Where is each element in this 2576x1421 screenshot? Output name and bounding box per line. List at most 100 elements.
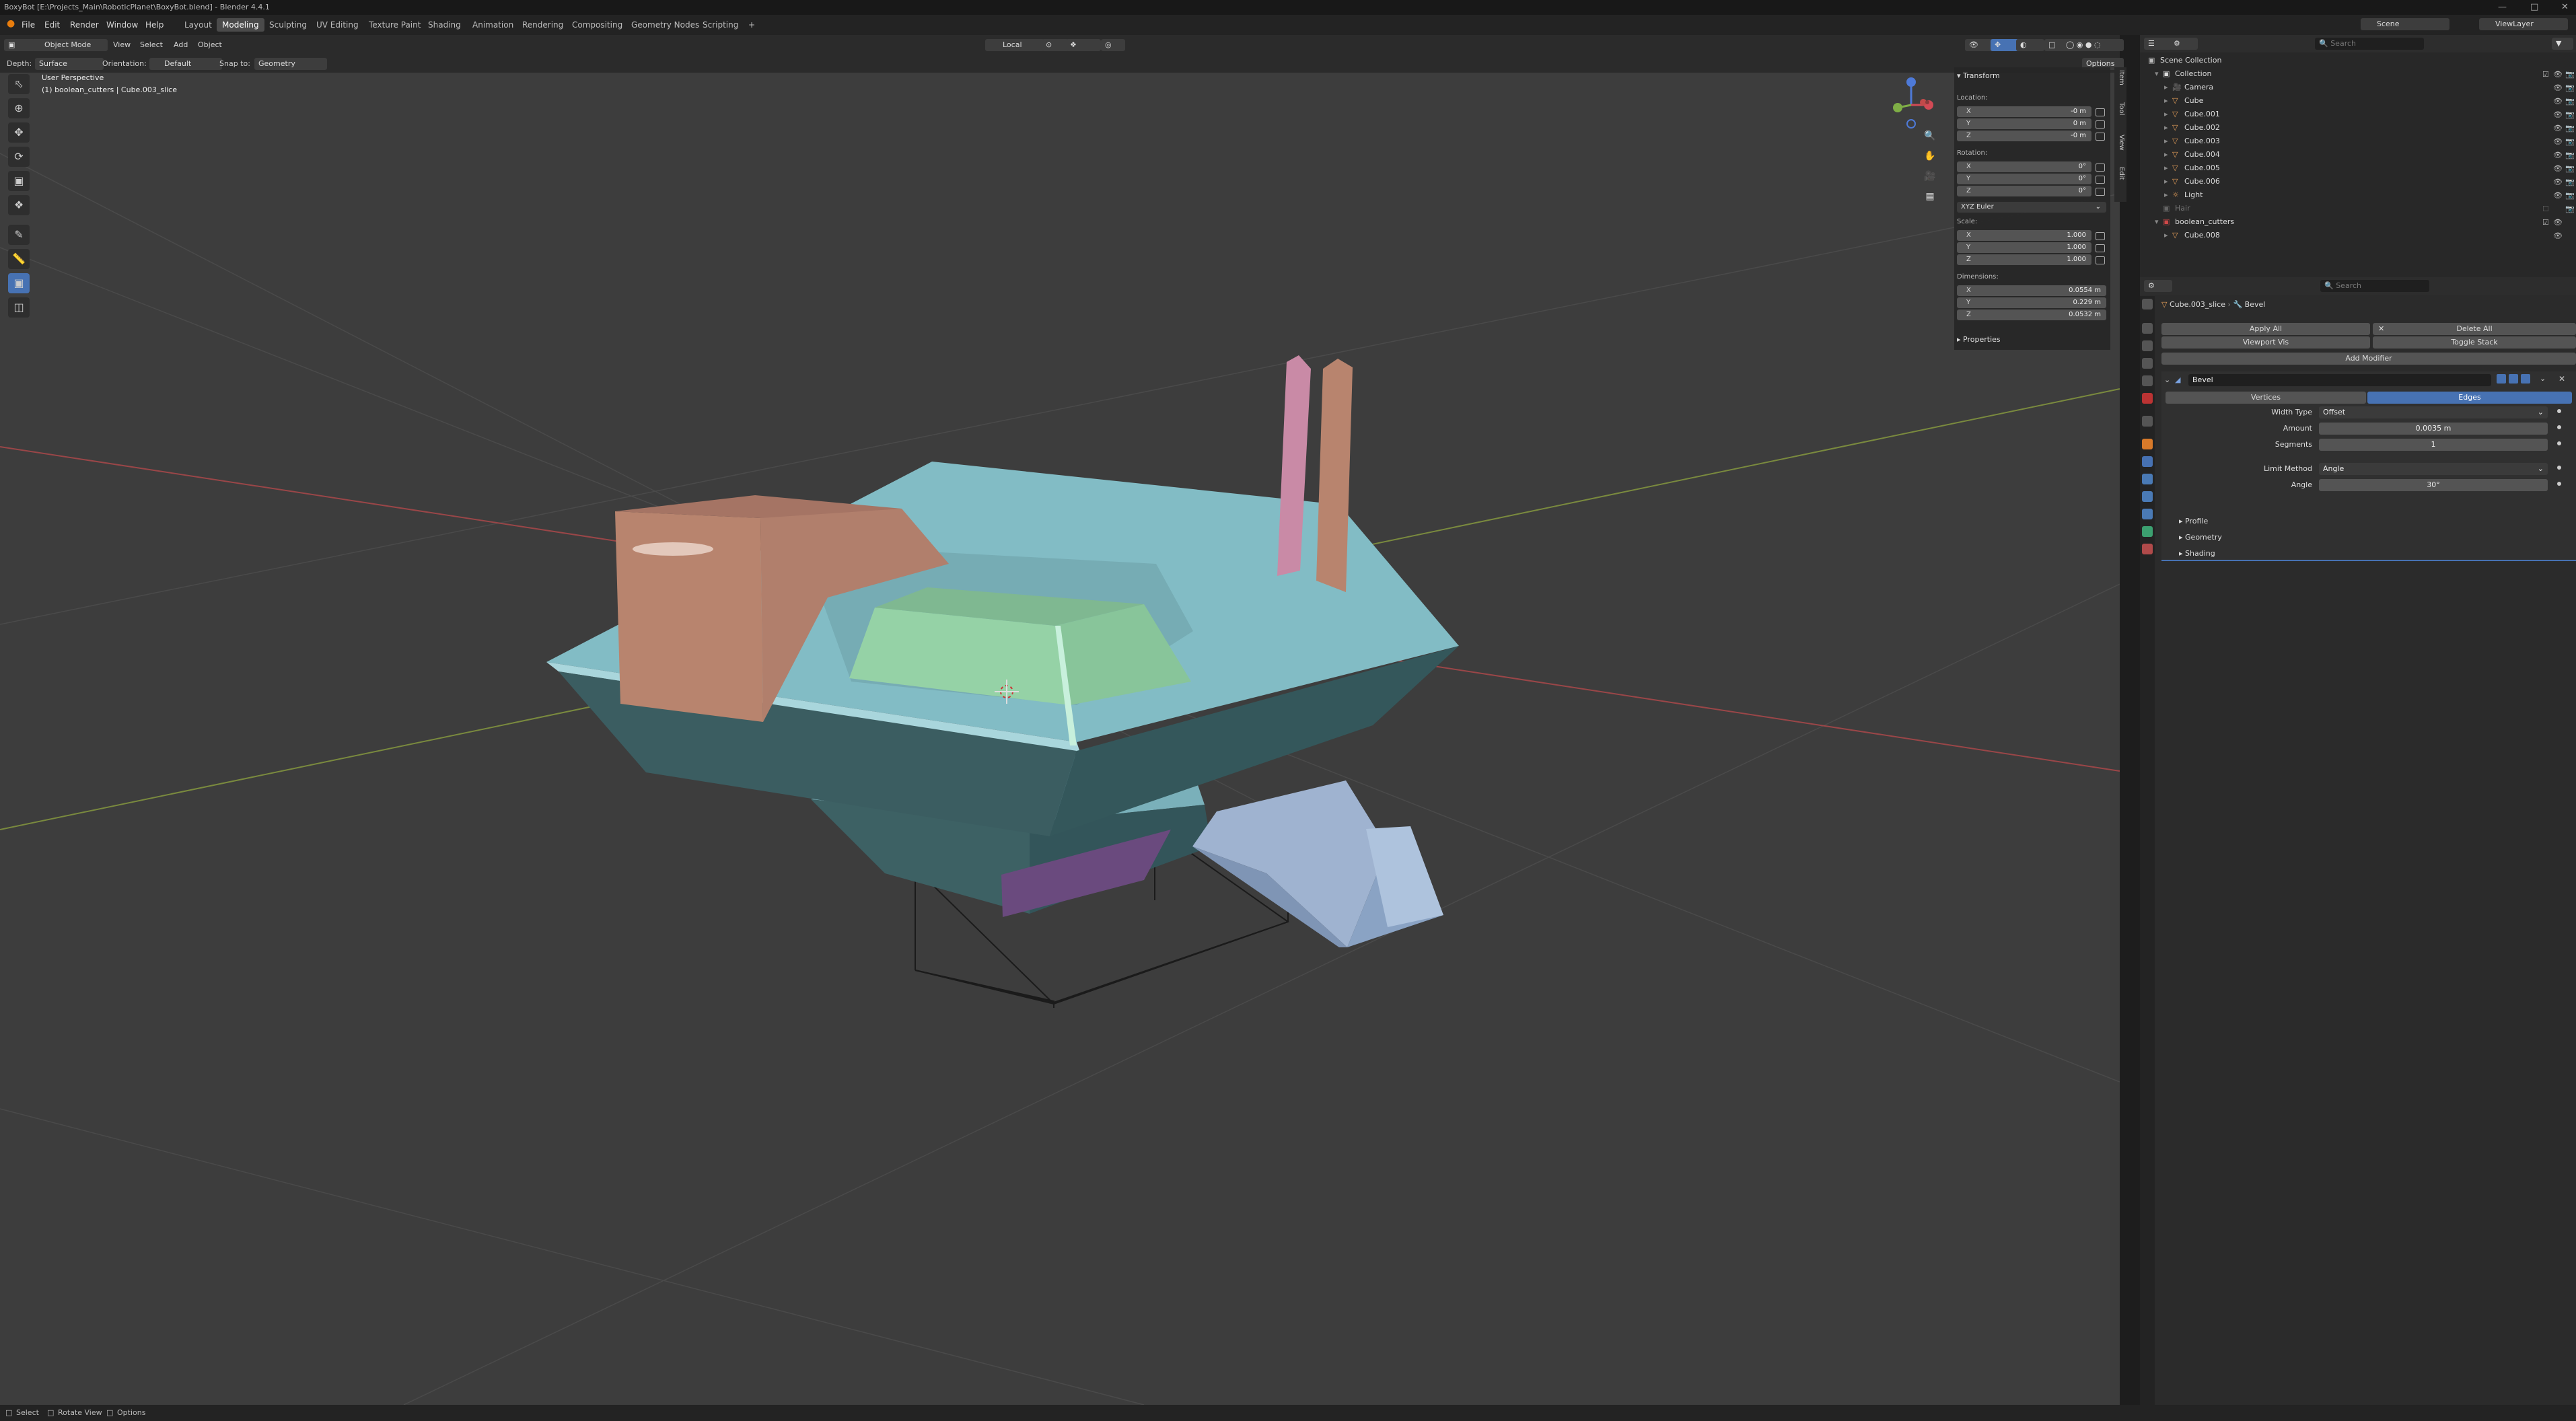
angle-field[interactable]: 30° [2319, 479, 2548, 491]
overlay-toggle-icon[interactable]: ◐ [2016, 39, 2044, 51]
tab-item[interactable]: Item [2116, 70, 2125, 85]
gizmo-z-axis[interactable] [1906, 77, 1916, 87]
eye-icon[interactable]: 👁 [2553, 83, 2563, 92]
eye-icon[interactable]: 👁 [2553, 164, 2563, 173]
location-y-field[interactable]: Y 0 m [1957, 118, 2091, 129]
expand-arrow-icon[interactable]: ▸ [2164, 150, 2168, 159]
properties-search-input[interactable]: 🔍 Search [2320, 280, 2429, 292]
tab-uv-editing[interactable]: UV Editing [311, 18, 364, 32]
lock-icon[interactable] [2096, 120, 2105, 129]
tab-edges[interactable]: Edges [2367, 392, 2572, 404]
material-tab-icon[interactable] [2142, 544, 2153, 554]
location-x-field[interactable]: X -0 m [1957, 106, 2091, 117]
tab-sculpting[interactable]: Sculpting [264, 18, 312, 32]
tab-scripting[interactable]: Scripting [697, 18, 744, 32]
shading-subpanel[interactable]: ▸ Shading [2179, 549, 2215, 558]
expand-arrow-icon[interactable]: ▸ [2164, 123, 2168, 132]
tree-row-cube-008[interactable]: ▸ ▽ Cube.008 👁 [2140, 229, 2576, 242]
move-tool-icon[interactable]: ✥ [8, 122, 30, 143]
tree-row-boolean-cutters[interactable]: ▾ ▣ boolean_cutters ☑ 👁 [2140, 215, 2576, 229]
pan-hand-icon[interactable]: ✋ [1922, 148, 1938, 164]
menu-window[interactable]: Window [106, 20, 138, 30]
camera-render-icon[interactable]: 📷 [2565, 97, 2575, 106]
tree-row-camera[interactable]: ▸ 🎥 Camera 👁 📷 [2140, 81, 2576, 94]
keyframe-dot-icon[interactable] [2557, 441, 2561, 445]
filter-icon[interactable]: ▼ [2552, 38, 2573, 50]
menu-object[interactable]: Object [198, 40, 222, 49]
menu-render[interactable]: Render [70, 20, 99, 30]
measure-tool-icon[interactable]: 📏 [8, 249, 30, 269]
camera-render-icon[interactable]: 📷 [2565, 124, 2575, 133]
properties-editor-type-icon[interactable]: ⚙ [2144, 280, 2172, 292]
tree-row-scene-collection[interactable]: ▣ Scene Collection [2140, 54, 2576, 67]
scene-tab-icon[interactable] [2142, 375, 2153, 386]
tree-row-cube[interactable]: ▸ ▽ Cube 👁 📷 [2140, 94, 2576, 108]
transform-tool-icon[interactable]: ❖ [8, 195, 30, 215]
amount-field[interactable]: 0.0035 m [2319, 423, 2548, 435]
menu-help[interactable]: Help [145, 20, 164, 30]
camera-render-icon[interactable]: 📷 [2565, 178, 2575, 186]
menu-add[interactable]: Add [174, 40, 188, 49]
add-modifier-button[interactable]: Add Modifier [2161, 353, 2576, 365]
edit-mode-toggle-icon[interactable] [2497, 374, 2506, 384]
scale-tool-icon[interactable]: ▣ [8, 171, 30, 191]
eye-icon[interactable]: 👁 [2553, 191, 2563, 200]
eye-icon[interactable]: 👁 [2553, 178, 2563, 186]
rotation-mode-dropdown[interactable]: XYZ Euler ⌄ [1957, 202, 2106, 213]
camera-view-icon[interactable]: 🎥 [1922, 168, 1938, 184]
tab-tool[interactable]: Tool [2116, 102, 2125, 115]
lock-icon[interactable] [2096, 176, 2105, 184]
lock-icon[interactable] [2096, 108, 2105, 116]
data-tab-icon[interactable] [2142, 526, 2153, 537]
expand-arrow-icon[interactable]: ▸ [2164, 96, 2168, 105]
menu-edit[interactable]: Edit [44, 20, 60, 30]
transform-panel-header[interactable]: ▾ Transform [1957, 71, 2000, 80]
depth-dropdown[interactable]: Surface [35, 58, 104, 70]
collection-tab-icon[interactable] [2142, 416, 2153, 427]
eye-icon[interactable]: 👁 [2553, 231, 2563, 240]
camera-render-icon[interactable]: 📷 [2565, 137, 2575, 146]
camera-render-icon[interactable]: 📷 [2565, 70, 2575, 79]
lock-icon[interactable] [2096, 163, 2105, 172]
tab-compositing[interactable]: Compositing [567, 18, 628, 32]
rotation-y-field[interactable]: Y 0° [1957, 174, 2091, 184]
expand-arrow-icon[interactable]: ▸ [2164, 83, 2168, 92]
tab-texture-paint[interactable]: Texture Paint [363, 18, 426, 32]
lock-icon[interactable] [2096, 256, 2105, 264]
dimensions-x-field[interactable]: X 0.0554 m [1957, 285, 2106, 296]
tab-layout[interactable]: Layout [179, 18, 217, 32]
apply-all-button[interactable]: Apply All [2161, 323, 2370, 335]
rotation-z-field[interactable]: Z 0° [1957, 186, 2091, 196]
gizmo-toggle-icon[interactable]: ✥ [1991, 39, 2019, 51]
add-workspace-icon[interactable]: + [743, 18, 760, 32]
tree-row-light[interactable]: ▸ ☼ Light 👁 📷 [2140, 188, 2576, 202]
tree-row-hair[interactable]: ▣ Hair ☐ 📷 [2140, 202, 2576, 215]
tree-row-cube-004[interactable]: ▸ ▽ Cube.004 👁 📷 [2140, 148, 2576, 161]
width-type-dropdown[interactable]: Offset ⌄ [2319, 406, 2548, 418]
particles-tab-icon[interactable] [2142, 474, 2153, 484]
scale-z-field[interactable]: Z 1.000 [1957, 254, 2091, 265]
zoom-icon[interactable]: 🔍 [1922, 128, 1938, 144]
orientation-dropdown[interactable]: Local [985, 39, 1044, 51]
menu-file[interactable]: File [22, 20, 35, 30]
tab-geometry-nodes[interactable]: Geometry Nodes [626, 18, 705, 32]
lock-icon[interactable] [2096, 133, 2105, 141]
tree-row-collection[interactable]: ▾ ▣ Collection ☑ 👁 📷 [2140, 67, 2576, 81]
camera-render-icon[interactable]: 📷 [2565, 151, 2575, 159]
keyframe-dot-icon[interactable] [2557, 482, 2561, 486]
annotate-tool-icon[interactable]: ✎ [8, 225, 30, 245]
snap-to-dropdown[interactable]: Geometry [254, 58, 327, 70]
tree-row-cube-003[interactable]: ▸ ▽ Cube.003 👁 📷 [2140, 135, 2576, 148]
eye-icon[interactable]: 👁 [2553, 151, 2563, 159]
pivot-icon[interactable]: ⊙ [1042, 39, 1069, 51]
physics-tab-icon[interactable] [2142, 491, 2153, 502]
mode-selector[interactable]: Object Mode [32, 39, 108, 51]
navigation-gizmo[interactable] [1884, 73, 1952, 207]
checkbox-icon[interactable]: ☑ [2542, 218, 2549, 227]
tab-animation[interactable]: Animation [467, 18, 519, 32]
expand-arrow-icon[interactable]: ▸ [2164, 110, 2168, 118]
add-cube-tool-icon[interactable]: ▣ [8, 273, 30, 293]
object-tab-icon[interactable] [2142, 439, 2153, 449]
keyframe-dot-icon[interactable] [2557, 409, 2561, 413]
outliner-search-input[interactable]: 🔍 Search [2315, 38, 2424, 50]
